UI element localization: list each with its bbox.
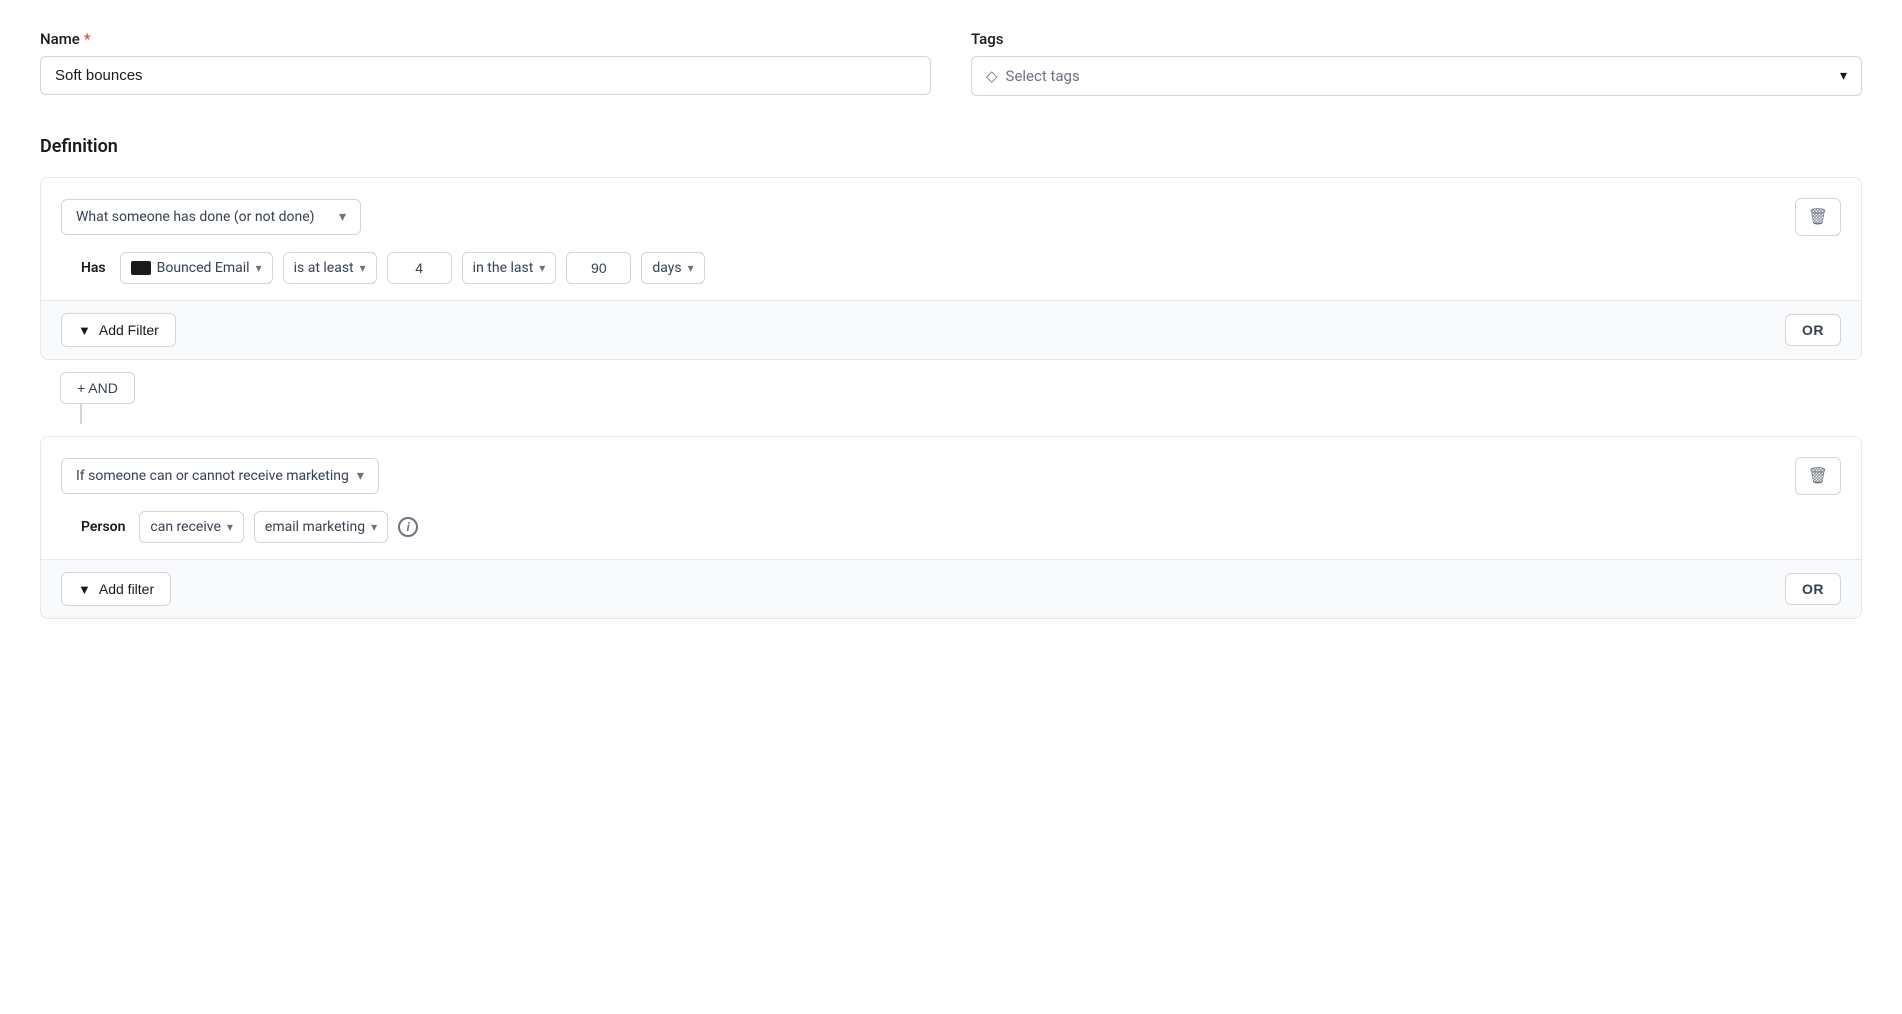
operator-select[interactable]: is at least ▾ bbox=[283, 252, 377, 284]
delete-condition-1-button[interactable]: 🗑 bbox=[1795, 198, 1841, 236]
tags-select[interactable]: ◇ Select tags ▾ bbox=[971, 56, 1862, 96]
tags-label: Tags bbox=[971, 30, 1862, 48]
condition-type-label-1: What someone has done (or not done) bbox=[76, 209, 315, 225]
time-operator-chevron-icon: ▾ bbox=[539, 261, 545, 275]
condition-header-2: If someone can or cannot receive marketi… bbox=[41, 437, 1861, 559]
receive-operator-label: can receive bbox=[150, 519, 220, 535]
event-type-select[interactable]: Bounced Email ▾ bbox=[120, 252, 273, 284]
event-type-chevron-icon: ▾ bbox=[256, 261, 262, 275]
definition-title: Definition bbox=[40, 136, 1862, 157]
condition-selector-row-1: What someone has done (or not done) ▾ 🗑 bbox=[61, 198, 1841, 236]
or-1-button[interactable]: OR bbox=[1785, 314, 1841, 346]
marketing-type-select[interactable]: email marketing ▾ bbox=[254, 511, 388, 543]
marketing-type-chevron-icon: ▾ bbox=[371, 520, 377, 534]
has-label: Has bbox=[81, 260, 106, 276]
required-indicator: * bbox=[84, 30, 91, 48]
filter-row-1: Has Bounced Email ▾ is at least ▾ in the… bbox=[61, 252, 1841, 300]
name-group: Name * bbox=[40, 30, 931, 96]
actions-row-1: ▼ Add Filter OR bbox=[41, 300, 1861, 359]
event-type-label: Bounced Email bbox=[157, 260, 250, 276]
name-label: Name * bbox=[40, 30, 931, 48]
tags-left: ◇ Select tags bbox=[986, 67, 1080, 85]
time-unit-chevron-icon: ▾ bbox=[688, 261, 694, 275]
name-input[interactable] bbox=[40, 56, 931, 95]
or-1-label: OR bbox=[1802, 322, 1824, 338]
tags-chevron-icon: ▾ bbox=[1840, 68, 1847, 84]
delete-condition-2-button[interactable]: 🗑 bbox=[1795, 457, 1841, 495]
bounced-email-icon bbox=[131, 261, 151, 275]
and-button[interactable]: + AND bbox=[60, 372, 135, 404]
connector-line bbox=[80, 404, 82, 424]
actions-row-2: ▼ Add filter OR bbox=[41, 559, 1861, 618]
receive-operator-select[interactable]: can receive ▾ bbox=[139, 511, 244, 543]
condition-block-1: What someone has done (or not done) ▾ 🗑 … bbox=[40, 177, 1862, 360]
definition-section: Definition What someone has done (or not… bbox=[40, 136, 1862, 619]
operator-chevron-icon: ▾ bbox=[360, 261, 366, 275]
add-filter-2-button[interactable]: ▼ Add filter bbox=[61, 572, 171, 606]
condition-block-2: If someone can or cannot receive marketi… bbox=[40, 436, 1862, 619]
condition-type-chevron-icon-2: ▾ bbox=[357, 468, 364, 484]
add-filter-1-button[interactable]: ▼ Add Filter bbox=[61, 313, 176, 347]
delete-icon-2: 🗑 bbox=[1808, 466, 1828, 486]
condition-header-1: What someone has done (or not done) ▾ 🗑 … bbox=[41, 178, 1861, 300]
time-operator-select[interactable]: in the last ▾ bbox=[462, 252, 557, 284]
time-operator-label: in the last bbox=[473, 260, 534, 276]
condition-selector-row-2: If someone can or cannot receive marketi… bbox=[61, 457, 1841, 495]
or-2-button[interactable]: OR bbox=[1785, 573, 1841, 605]
count-input[interactable] bbox=[387, 252, 452, 284]
delete-icon-1: 🗑 bbox=[1808, 207, 1828, 227]
tag-icon: ◇ bbox=[986, 67, 998, 85]
condition-type-dropdown-1[interactable]: What someone has done (or not done) ▾ bbox=[61, 199, 361, 235]
or-2-label: OR bbox=[1802, 581, 1824, 597]
operator-label: is at least bbox=[294, 260, 354, 276]
add-filter-1-label: Add Filter bbox=[99, 322, 159, 338]
tags-placeholder: Select tags bbox=[1006, 67, 1080, 85]
filter-row-2: Person can receive ▾ email marketing ▾ i bbox=[61, 511, 1841, 559]
time-value-input[interactable] bbox=[566, 252, 631, 284]
condition-type-chevron-icon-1: ▾ bbox=[339, 209, 346, 225]
condition-type-label-2: If someone can or cannot receive marketi… bbox=[76, 468, 349, 484]
info-icon[interactable]: i bbox=[398, 517, 418, 537]
condition-type-dropdown-2[interactable]: If someone can or cannot receive marketi… bbox=[61, 458, 379, 494]
time-unit-select[interactable]: days ▾ bbox=[641, 252, 704, 284]
tags-group: Tags ◇ Select tags ▾ bbox=[971, 30, 1862, 96]
and-connector: + AND bbox=[40, 372, 1862, 424]
add-filter-2-icon: ▼ bbox=[78, 582, 91, 597]
marketing-type-label: email marketing bbox=[265, 519, 365, 535]
and-label: + AND bbox=[77, 380, 118, 396]
add-filter-1-icon: ▼ bbox=[78, 323, 91, 338]
person-label: Person bbox=[81, 519, 125, 535]
add-filter-2-label: Add filter bbox=[99, 581, 154, 597]
time-unit-label: days bbox=[652, 260, 681, 276]
form-header: Name * Tags ◇ Select tags ▾ bbox=[40, 30, 1862, 96]
receive-operator-chevron-icon: ▾ bbox=[227, 520, 233, 534]
